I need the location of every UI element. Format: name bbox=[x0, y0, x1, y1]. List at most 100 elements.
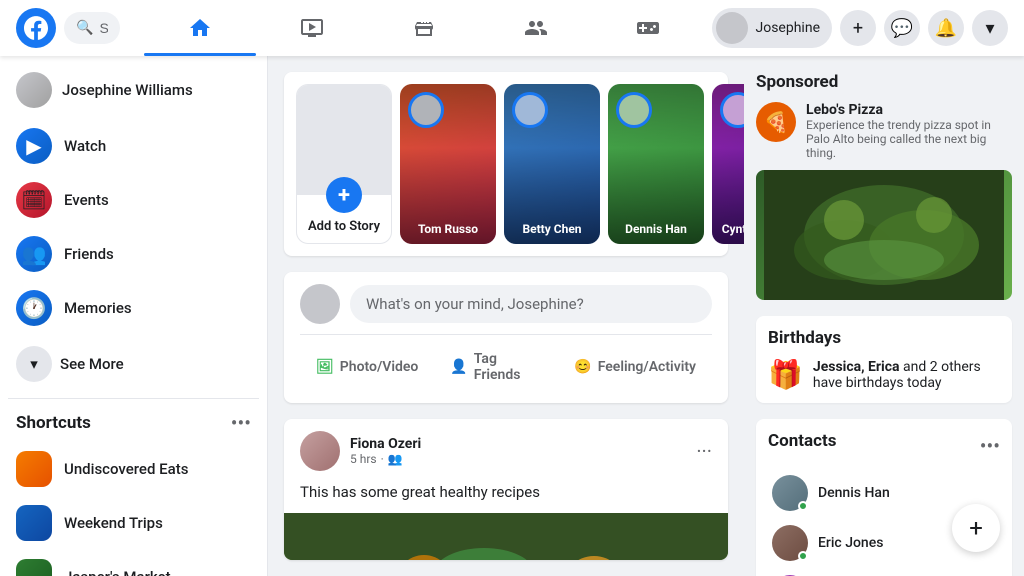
watch-label: Watch bbox=[64, 137, 106, 155]
notifications-button[interactable]: 🔔 bbox=[928, 10, 964, 46]
post-audience-icon: 👥 bbox=[388, 452, 403, 466]
nav-gaming[interactable] bbox=[592, 4, 704, 52]
birthday-item: 🎁 Jessica, Erica and 2 others have birth… bbox=[768, 358, 1000, 391]
contacts-header: Contacts ••• bbox=[768, 431, 1000, 461]
add-story-label: Add to Story bbox=[297, 219, 391, 234]
post-image bbox=[284, 513, 728, 560]
post-author-name: Fiona Ozeri bbox=[350, 436, 686, 452]
post-avatar bbox=[300, 284, 340, 324]
shortcuts-title: Shortcuts bbox=[16, 413, 91, 433]
sponsored-item: 🍕 Lebo's Pizza Experience the trendy piz… bbox=[756, 102, 1012, 160]
feeling-button[interactable]: 😊 Feeling/Activity bbox=[558, 343, 712, 391]
shortcuts-more-button[interactable]: ••• bbox=[231, 411, 251, 435]
post-time: 5 hrs bbox=[350, 452, 377, 466]
fab-icon: + bbox=[969, 514, 983, 542]
photo-label: Photo/Video bbox=[340, 359, 419, 375]
story-avatar-ring-0 bbox=[408, 92, 444, 128]
story-tom-russo[interactable]: Tom Russo bbox=[400, 84, 496, 244]
post-meta: 5 hrs · 👥 bbox=[350, 452, 686, 466]
see-more-label: See More bbox=[60, 355, 124, 373]
messenger-button[interactable]: 💬 bbox=[884, 10, 920, 46]
dropdown-button[interactable]: ▾ bbox=[972, 10, 1008, 46]
sidebar-item-watch[interactable]: ▶ Watch bbox=[8, 120, 259, 172]
online-dot-1 bbox=[798, 551, 808, 561]
birthday-icon: 🎁 bbox=[768, 358, 803, 391]
contacts-section: Contacts ••• Dennis Han Eric Jones Cyn bbox=[756, 419, 1012, 576]
shortcuts-header: Shortcuts ••• bbox=[8, 407, 259, 439]
tag-friends-button[interactable]: 👤 Tag Friends bbox=[434, 343, 558, 391]
birthdays-title: Birthdays bbox=[768, 328, 1000, 348]
nav-home[interactable] bbox=[144, 4, 256, 52]
photo-video-button[interactable]: 🖼 Photo/Video bbox=[300, 343, 434, 391]
memories-label: Memories bbox=[64, 299, 132, 317]
contact-name-1: Eric Jones bbox=[818, 535, 883, 551]
online-dot-0 bbox=[798, 501, 808, 511]
user-chip[interactable]: Josephine bbox=[712, 8, 833, 48]
facebook-logo[interactable] bbox=[16, 8, 56, 48]
sidebar-profile[interactable]: Josephine Williams bbox=[8, 64, 259, 116]
contact-avatar-1 bbox=[772, 525, 808, 561]
contacts-more-button[interactable]: ••• bbox=[980, 434, 1000, 458]
story-dennis-han[interactable]: Dennis Han bbox=[608, 84, 704, 244]
shortcut-label-1: Weekend Trips bbox=[64, 514, 163, 532]
contacts-title: Contacts bbox=[768, 431, 836, 451]
search-bar[interactable]: 🔍 bbox=[64, 12, 120, 44]
sidebar-item-events[interactable]: 🗓 Events bbox=[8, 174, 259, 226]
feeling-icon: 😊 bbox=[574, 359, 591, 375]
search-icon: 🔍 bbox=[76, 20, 93, 36]
search-input[interactable] bbox=[99, 20, 107, 36]
story-avatar-ring-1 bbox=[512, 92, 548, 128]
post-actions: 🖼 Photo/Video 👤 Tag Friends 😊 Feeling/Ac… bbox=[300, 343, 712, 391]
right-sidebar: Sponsored 🍕 Lebo's Pizza Experience the … bbox=[744, 56, 1024, 576]
sidebar-item-memories[interactable]: 🕐 Memories bbox=[8, 282, 259, 334]
contact-avatar-0 bbox=[772, 475, 808, 511]
shortcut-icon-2 bbox=[16, 559, 52, 576]
post-header: Fiona Ozeri 5 hrs · 👥 ··· bbox=[284, 419, 728, 483]
add-story-icon: + bbox=[326, 177, 362, 213]
shortcut-jaspers-market[interactable]: Jasper's Market bbox=[8, 551, 259, 576]
sponsored-text: Lebo's Pizza Experience the trendy pizza… bbox=[806, 102, 1012, 160]
see-more-button[interactable]: ▾ See More bbox=[8, 338, 259, 390]
birthday-names: Jessica, Erica bbox=[813, 359, 900, 375]
post-input[interactable]: What's on your mind, Josephine? bbox=[350, 285, 712, 323]
shortcut-icon-0 bbox=[16, 451, 52, 487]
shortcut-icon-1 bbox=[16, 505, 52, 541]
feed-post: Fiona Ozeri 5 hrs · 👥 ··· This has some … bbox=[284, 419, 728, 560]
post-divider bbox=[300, 334, 712, 335]
shortcut-label-2: Jasper's Market bbox=[64, 568, 171, 576]
memories-icon: 🕐 bbox=[16, 290, 52, 326]
fab-button[interactable]: + bbox=[952, 504, 1000, 552]
nav-marketplace[interactable] bbox=[368, 4, 480, 52]
add-story-card[interactable]: + Add to Story bbox=[296, 84, 392, 244]
main-feed: + Add to Story Tom Russo Betty Chen bbox=[268, 56, 744, 576]
story-cynthia-lopez[interactable]: Cynthia Lopez bbox=[712, 84, 744, 244]
add-button[interactable]: + bbox=[840, 10, 876, 46]
friends-icon: 👥 bbox=[16, 236, 52, 272]
tag-icon: 👤 bbox=[450, 359, 467, 375]
tag-label: Tag Friends bbox=[474, 351, 542, 383]
events-icon: 🗓 bbox=[16, 182, 52, 218]
nav-watch[interactable] bbox=[256, 4, 368, 52]
contact-name-0: Dennis Han bbox=[818, 485, 890, 501]
photo-icon: 🖼 bbox=[316, 359, 334, 375]
see-more-icon: ▾ bbox=[16, 346, 52, 382]
profile-name: Josephine Williams bbox=[62, 81, 193, 99]
left-sidebar: Josephine Williams ▶ Watch 🗓 Events 👥 Fr… bbox=[0, 56, 268, 576]
story-name-1: Betty Chen bbox=[508, 222, 596, 236]
feeling-label: Feeling/Activity bbox=[598, 359, 696, 375]
story-name-3: Cynthia Lopez bbox=[716, 222, 744, 236]
shortcut-weekend-trips[interactable]: Weekend Trips bbox=[8, 497, 259, 549]
shortcut-undiscovered-eats[interactable]: Undiscovered Eats bbox=[8, 443, 259, 495]
watch-icon: ▶ bbox=[16, 128, 52, 164]
birthday-text: Jessica, Erica and 2 others have birthda… bbox=[813, 359, 1000, 391]
post-more-button[interactable]: ··· bbox=[696, 439, 712, 463]
events-label: Events bbox=[64, 191, 109, 209]
sidebar-item-friends[interactable]: 👥 Friends bbox=[8, 228, 259, 280]
sponsored-image[interactable] bbox=[756, 170, 1012, 300]
contact-cynthia-lopez[interactable]: Cynthia Lopez bbox=[768, 569, 1000, 576]
story-betty-chen[interactable]: Betty Chen bbox=[504, 84, 600, 244]
sponsor-brand: Lebo's Pizza bbox=[806, 102, 1012, 118]
nav-groups[interactable] bbox=[480, 4, 592, 52]
post-author-avatar bbox=[300, 431, 340, 471]
stories-row: + Add to Story Tom Russo Betty Chen bbox=[296, 84, 716, 244]
